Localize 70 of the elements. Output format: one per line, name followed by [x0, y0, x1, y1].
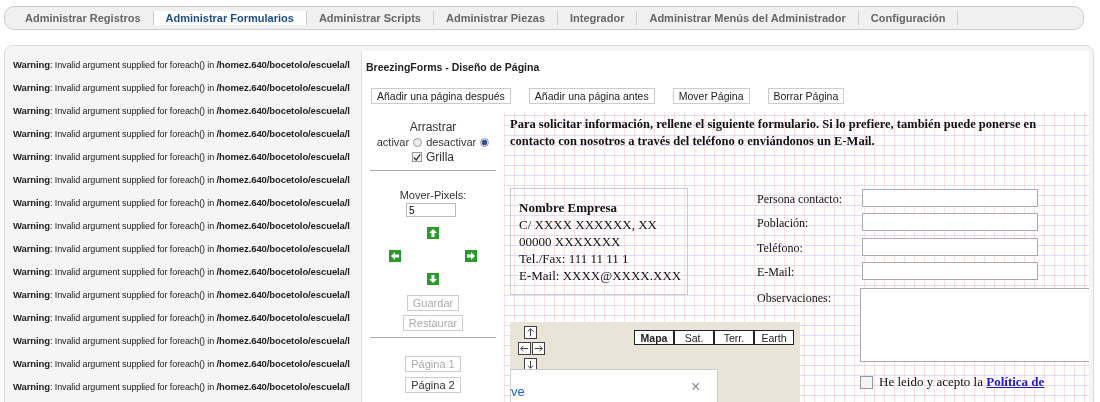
textarea-field[interactable]: [860, 288, 1089, 362]
field-label: Teléfono:: [757, 241, 803, 256]
pan-down-icon[interactable]: [524, 358, 537, 371]
address-line: E-Mail: XXXX@XXXX.XXX: [519, 267, 679, 284]
page-button[interactable]: Borrar Página: [767, 88, 845, 104]
company-name: Nombre Empresa: [519, 199, 619, 216]
warning-message: Warning: Invalid argument supplied for foreach() in /homez.640/bocetolo/escuela/l: [13, 219, 350, 233]
move-pixels-label: Mover-Pixels:: [399, 189, 467, 201]
map-type-button[interactable]: Mapa: [634, 330, 674, 345]
policy-link[interactable]: Política de: [986, 374, 1045, 389]
address-line: 00000 XXXXXXX: [519, 233, 622, 250]
nav-tab[interactable]: Administrar Piezas: [434, 11, 559, 25]
warning-message: Warning: Invalid argument supplied for foreach() in /homez.640/bocetolo/escuela/l: [13, 357, 350, 371]
input-field[interactable]: [862, 262, 1038, 280]
input-field[interactable]: [862, 238, 1038, 256]
nav-tab[interactable]: Administrar Registros: [13, 11, 154, 25]
warning-message: Warning: Invalid argument supplied for foreach() in /homez.640/bocetolo/escuela/l: [13, 265, 350, 279]
page-button[interactable]: Mover Página: [672, 88, 750, 104]
popup-link[interactable]: ve: [511, 384, 525, 399]
warning-message: Warning: Invalid argument supplied for foreach() in /homez.640/bocetolo/escuela/l: [13, 311, 350, 325]
warning-message: Warning: Invalid argument supplied for foreach() in /homez.640/bocetolo/escuela/l: [13, 242, 350, 256]
address-line: Tel./Fax: 111 11 11 1: [519, 250, 630, 267]
warning-message: Warning: Invalid argument supplied for foreach() in /homez.640/bocetolo/escuela/l: [13, 127, 350, 141]
dialog-title: BreezingForms - Diseño de Página: [365, 60, 541, 73]
page-button[interactable]: Añadir una página después: [371, 88, 511, 104]
address-line: C/ XXXX XXXXXX, XX: [519, 216, 658, 233]
warning-message: Warning: Invalid argument supplied for foreach() in /homez.640/bocetolo/escuela/l: [13, 173, 350, 187]
radio-label: activar: [376, 136, 410, 148]
field-label: Población:: [757, 216, 809, 231]
down-arrow-icon[interactable]: [427, 273, 439, 285]
warning-message: Warning: Invalid argument supplied for foreach() in /homez.640/bocetolo/escuela/l: [13, 380, 350, 394]
pan-left-icon[interactable]: [518, 342, 531, 355]
map-type-button[interactable]: Terr.: [714, 330, 754, 345]
radio-button[interactable]: [480, 137, 490, 147]
drag-label: Arrastrar: [409, 120, 457, 134]
warning-message: Warning: Invalid argument supplied for foreach() in /homez.640/bocetolo/escuela/l: [13, 58, 350, 72]
consent-checkbox[interactable]: [860, 375, 873, 389]
input-field[interactable]: [862, 213, 1038, 231]
input-field[interactable]: [862, 189, 1038, 207]
nav-tab[interactable]: Administrar Menús del Administrador: [637, 11, 859, 25]
map-type-button[interactable]: Earth: [754, 330, 794, 345]
pan-up-icon[interactable]: [524, 326, 537, 339]
radio-button[interactable]: [413, 137, 423, 147]
pan-right-icon[interactable]: [532, 342, 545, 355]
warning-message: Warning: Invalid argument supplied for foreach() in /homez.640/bocetolo/escuela/l: [13, 81, 350, 95]
page-tab[interactable]: Página 2: [405, 377, 461, 393]
nav-tab[interactable]: Administrar Formularios: [153, 11, 307, 25]
up-arrow-icon[interactable]: [427, 227, 439, 239]
pixels-input[interactable]: 5: [406, 203, 456, 217]
warning-message: Warning: Invalid argument supplied for foreach() in /homez.640/bocetolo/escuela/l: [13, 288, 350, 302]
grid-checkbox[interactable]: [412, 152, 422, 162]
field-label: E-Mail:: [757, 265, 795, 280]
radio-label: desactivar: [426, 136, 477, 148]
right-arrow-icon[interactable]: [465, 250, 477, 262]
field-label: Persona contacto:: [757, 192, 842, 207]
grid-label: Grilla: [426, 150, 454, 164]
close-button[interactable]: ×: [691, 378, 701, 396]
field-label: Observaciones:: [757, 291, 831, 306]
nav-tab[interactable]: Administrar Scripts: [306, 11, 434, 25]
nav-tab[interactable]: Configuración: [858, 11, 959, 25]
intro-text: Para solicitar información, rellene el siguiente formulario. Si lo prefiere, también puede ponerse en contacto con nosotros a través del teléfono o enviándonos un E-Mail.: [510, 116, 1038, 150]
warning-message: Warning: Invalid argument supplied for foreach() in /homez.640/bocetolo/escuela/l: [13, 104, 350, 118]
warning-message: Warning: Invalid argument supplied for foreach() in /homez.640/bocetolo/escuela/l: [13, 334, 350, 348]
consent-text: He leido y acepto la Política de: [879, 374, 1045, 390]
map-type-button[interactable]: Sat.: [674, 330, 714, 345]
warning-message: Warning: Invalid argument supplied for foreach() in /homez.640/bocetolo/escuela/l: [13, 196, 350, 210]
page-button[interactable]: Añadir una página antes: [528, 88, 655, 104]
left-arrow-icon[interactable]: [389, 250, 401, 262]
warning-message: Warning: Invalid argument supplied for foreach() in /homez.640/bocetolo/escuela/l: [13, 150, 350, 164]
nav-tab[interactable]: Integrador: [558, 11, 638, 25]
